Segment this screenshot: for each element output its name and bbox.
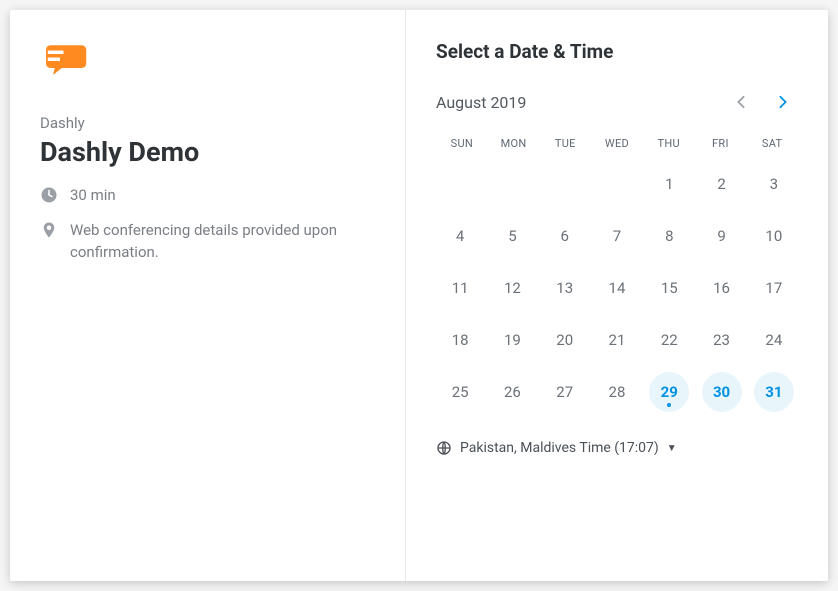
- prev-month-button[interactable]: [726, 87, 756, 117]
- calendar-day: 23: [697, 316, 745, 364]
- location-pin-icon: [40, 221, 58, 239]
- calendar-panel: Select a Date & Time August 2019 SUNMONT…: [406, 10, 828, 581]
- dow-label: WED: [591, 137, 643, 150]
- calendar-day: 1: [645, 160, 693, 208]
- event-title: Dashly Demo: [40, 136, 375, 168]
- calendar-day: 4: [436, 212, 484, 260]
- calendar-day-available[interactable]: 30: [702, 372, 742, 412]
- dow-label: SAT: [746, 137, 798, 150]
- provider-name: Dashly: [40, 114, 375, 132]
- location-row: Web conferencing details provided upon c…: [40, 219, 375, 264]
- calendar-day: 13: [541, 264, 589, 312]
- calendar-day: 8: [645, 212, 693, 260]
- calendar-day: 24: [750, 316, 798, 364]
- event-info-panel: Dashly Dashly Demo 30 min Web conferenci…: [10, 10, 406, 581]
- booking-card: Dashly Dashly Demo 30 min Web conferenci…: [10, 10, 828, 581]
- section-title: Select a Date & Time: [436, 40, 798, 63]
- calendar-day: 12: [488, 264, 536, 312]
- calendar-grid: 1234567891011121314151617181920212223242…: [436, 160, 798, 416]
- month-row: August 2019: [436, 87, 798, 117]
- timezone-label: Pakistan, Maldives Time (17:07): [460, 440, 659, 456]
- calendar-day: 26: [488, 368, 536, 416]
- month-nav: [726, 87, 798, 117]
- calendar-day: 25: [436, 368, 484, 416]
- dow-label: THU: [643, 137, 695, 150]
- next-month-button[interactable]: [768, 87, 798, 117]
- calendar-day: 22: [645, 316, 693, 364]
- calendar-day: 15: [645, 264, 693, 312]
- calendar-day: 14: [593, 264, 641, 312]
- calendar-day: 11: [436, 264, 484, 312]
- dow-label: TUE: [539, 137, 591, 150]
- chevron-left-icon: [735, 95, 747, 109]
- calendar-day: 5: [488, 212, 536, 260]
- globe-icon: [436, 440, 452, 456]
- calendar-day: 19: [488, 316, 536, 364]
- chevron-right-icon: [777, 95, 789, 109]
- brand-logo: [46, 40, 88, 76]
- dow-label: MON: [488, 137, 540, 150]
- month-label: August 2019: [436, 93, 526, 112]
- calendar-day: 16: [697, 264, 745, 312]
- calendar-day: 27: [541, 368, 589, 416]
- location-label: Web conferencing details provided upon c…: [70, 219, 375, 264]
- today-indicator-dot: [667, 403, 671, 407]
- calendar-day: 10: [750, 212, 798, 260]
- dow-label: FRI: [695, 137, 747, 150]
- duration-label: 30 min: [70, 184, 116, 207]
- duration-row: 30 min: [40, 184, 375, 207]
- dow-label: SUN: [436, 137, 488, 150]
- calendar-day: 28: [593, 368, 641, 416]
- caret-down-icon: ▼: [667, 443, 677, 454]
- calendar-day: 21: [593, 316, 641, 364]
- calendar-day-available[interactable]: 31: [754, 372, 794, 412]
- calendar-day: 20: [541, 316, 589, 364]
- calendar-day-available[interactable]: 29: [649, 372, 689, 412]
- calendar-day: 18: [436, 316, 484, 364]
- calendar-day: 17: [750, 264, 798, 312]
- timezone-selector[interactable]: Pakistan, Maldives Time (17:07) ▼: [436, 440, 798, 456]
- calendar-day: 2: [697, 160, 745, 208]
- calendar-day: 7: [593, 212, 641, 260]
- calendar-day: 6: [541, 212, 589, 260]
- day-of-week-header: SUNMONTUEWEDTHUFRISAT: [436, 137, 798, 150]
- calendar-day: 9: [697, 212, 745, 260]
- calendar-day: 3: [750, 160, 798, 208]
- clock-icon: [40, 186, 58, 204]
